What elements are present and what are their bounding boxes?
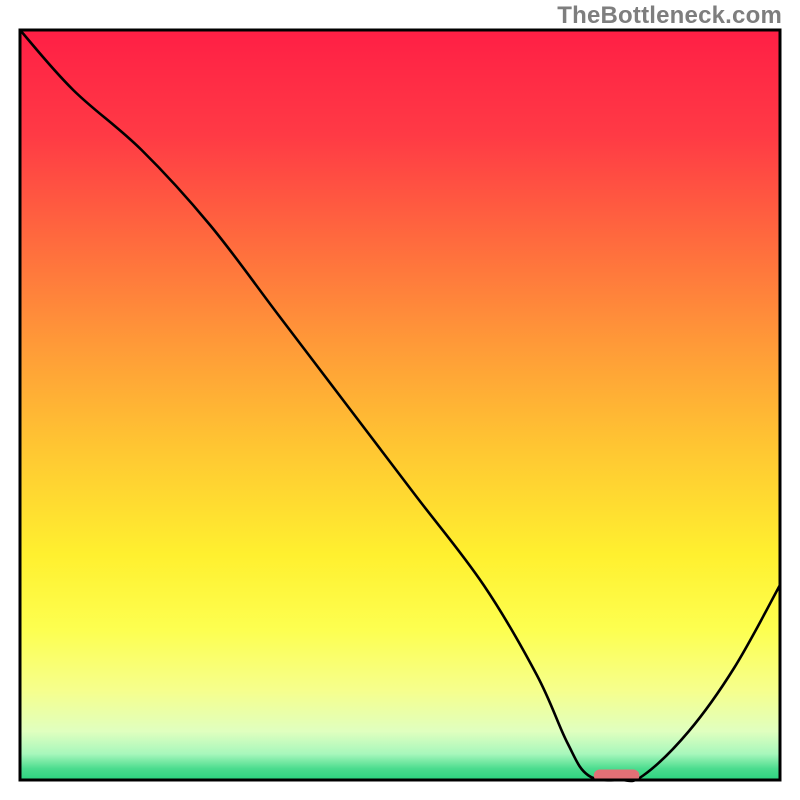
bottleneck-chart bbox=[0, 0, 800, 800]
